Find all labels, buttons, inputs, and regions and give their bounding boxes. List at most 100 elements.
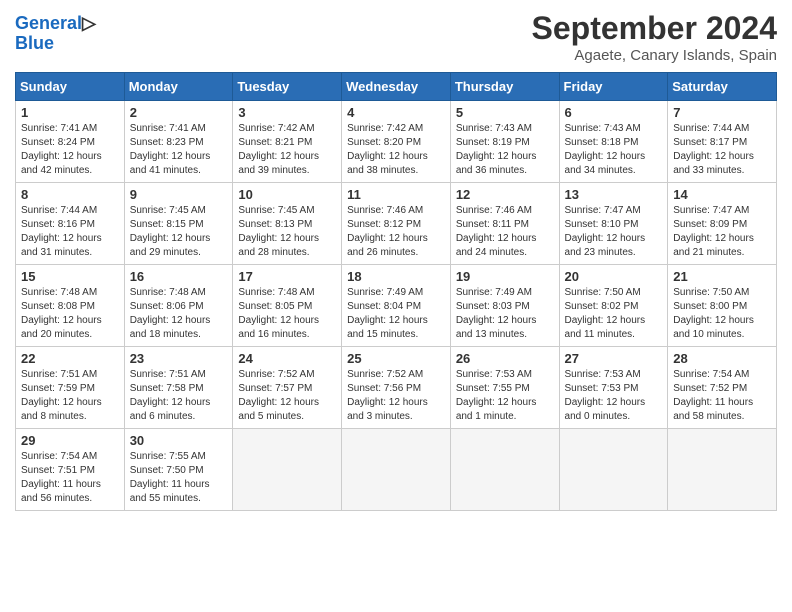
day-info: Sunrise: 7:50 AMSunset: 8:00 PMDaylight:… [673,286,771,342]
day-number: 25 [347,351,445,366]
day-cell: 28 Sunrise: 7:54 AMSunset: 7:52 PMDayligh… [668,347,777,429]
day-cell: 14 Sunrise: 7:47 AMSunset: 8:09 PMDayligh… [668,183,777,265]
day-number: 2 [130,105,228,120]
day-cell: 5Sunrise: 7:43 AMSunset: 8:19 PMDaylight… [450,101,559,183]
day-cell: 15 Sunrise: 7:48 AMSunset: 8:08 PMDayligh… [16,265,125,347]
day-number: 20 [565,269,663,284]
day-info: Sunrise: 7:52 AMSunset: 7:57 PMDaylight:… [238,368,336,424]
day-info: Sunrise: 7:46 AMSunset: 8:12 PMDaylight:… [347,204,445,260]
calendar-table: SundayMondayTuesdayWednesdayThursdayFrid… [15,72,777,511]
day-cell: 26 Sunrise: 7:53 AMSunset: 7:55 PMDayligh… [450,347,559,429]
day-number: 21 [673,269,771,284]
month-year-title: September 2024 [532,10,777,47]
day-cell: 29Sunrise: 7:54 AMSunset: 7:51 PMDayligh… [16,429,125,511]
day-info: Sunrise: 7:48 AMSunset: 8:08 PMDaylight:… [21,286,119,342]
day-number: 29 [21,433,119,448]
day-number: 6 [565,105,663,120]
day-cell: 22 Sunrise: 7:51 AMSunset: 7:59 PMDayligh… [16,347,125,429]
day-info: Sunrise: 7:45 AMSunset: 8:13 PMDaylight:… [238,204,336,260]
day-number: 19 [456,269,554,284]
day-number: 8 [21,187,119,202]
day-cell: 23Sunrise: 7:51 AMSunset: 7:58 PMDayligh… [124,347,233,429]
week-row-2: 8Sunrise: 7:44 AMSunset: 8:16 PMDaylight… [16,183,777,265]
day-info: Sunrise: 7:54 AMSunset: 7:52 PMDaylight:… [673,368,771,424]
logo: General▷ Blue [15,14,96,54]
day-number: 11 [347,187,445,202]
day-info: Sunrise: 7:42 AMSunset: 8:20 PMDaylight:… [347,122,445,178]
day-cell: 20 Sunrise: 7:50 AMSunset: 8:02 PMDayligh… [559,265,668,347]
col-header-friday: Friday [559,73,668,101]
day-info: Sunrise: 7:52 AMSunset: 7:56 PMDaylight:… [347,368,445,424]
day-cell: 12 Sunrise: 7:46 AMSunset: 8:11 PMDayligh… [450,183,559,265]
logo-text: General▷ [15,14,96,34]
col-header-tuesday: Tuesday [233,73,342,101]
week-row-1: 1Sunrise: 7:41 AMSunset: 8:24 PMDaylight… [16,101,777,183]
day-info: Sunrise: 7:43 AMSunset: 8:19 PMDaylight:… [456,122,554,178]
day-cell: 25 Sunrise: 7:52 AMSunset: 7:56 PMDayligh… [342,347,451,429]
day-cell: 10 Sunrise: 7:45 AMSunset: 8:13 PMDayligh… [233,183,342,265]
week-row-3: 15 Sunrise: 7:48 AMSunset: 8:08 PMDayligh… [16,265,777,347]
day-info: Sunrise: 7:47 AMSunset: 8:10 PMDaylight:… [565,204,663,260]
day-number: 24 [238,351,336,366]
week-row-5: 29Sunrise: 7:54 AMSunset: 7:51 PMDayligh… [16,429,777,511]
day-info: Sunrise: 7:50 AMSunset: 8:02 PMDaylight:… [565,286,663,342]
day-info: Sunrise: 7:49 AMSunset: 8:04 PMDaylight:… [347,286,445,342]
week-row-4: 22 Sunrise: 7:51 AMSunset: 7:59 PMDayligh… [16,347,777,429]
day-number: 3 [238,105,336,120]
location-subtitle: Agaete, Canary Islands, Spain [532,47,777,64]
col-header-sunday: Sunday [16,73,125,101]
day-info: Sunrise: 7:48 AMSunset: 8:06 PMDaylight:… [130,286,228,342]
day-info: Sunrise: 7:55 AMSunset: 7:50 PMDaylight:… [130,450,228,506]
day-cell: 1Sunrise: 7:41 AMSunset: 8:24 PMDaylight… [16,101,125,183]
day-number: 10 [238,187,336,202]
day-info: Sunrise: 7:45 AMSunset: 8:15 PMDaylight:… [130,204,228,260]
day-info: Sunrise: 7:51 AMSunset: 7:58 PMDaylight:… [130,368,228,424]
day-cell: 27 Sunrise: 7:53 AMSunset: 7:53 PMDayligh… [559,347,668,429]
col-header-wednesday: Wednesday [342,73,451,101]
day-number: 16 [130,269,228,284]
day-number: 27 [565,351,663,366]
day-info: Sunrise: 7:51 AMSunset: 7:59 PMDaylight:… [21,368,119,424]
calendar-header-row: SundayMondayTuesdayWednesdayThursdayFrid… [16,73,777,101]
day-info: Sunrise: 7:46 AMSunset: 8:11 PMDaylight:… [456,204,554,260]
day-info: Sunrise: 7:47 AMSunset: 8:09 PMDaylight:… [673,204,771,260]
day-number: 12 [456,187,554,202]
header: General▷ Blue September 2024 Agaete, Can… [15,10,777,64]
title-block: September 2024 Agaete, Canary Islands, S… [532,10,777,64]
day-cell: 24 Sunrise: 7:52 AMSunset: 7:57 PMDayligh… [233,347,342,429]
day-info: Sunrise: 7:53 AMSunset: 7:55 PMDaylight:… [456,368,554,424]
day-number: 18 [347,269,445,284]
col-header-thursday: Thursday [450,73,559,101]
logo-text2: Blue [15,34,96,54]
day-cell: 4 Sunrise: 7:42 AMSunset: 8:20 PMDaylight… [342,101,451,183]
day-info: Sunrise: 7:41 AMSunset: 8:23 PMDaylight:… [130,122,228,178]
day-info: Sunrise: 7:49 AMSunset: 8:03 PMDaylight:… [456,286,554,342]
day-number: 22 [21,351,119,366]
day-number: 4 [347,105,445,120]
day-number: 13 [565,187,663,202]
day-number: 14 [673,187,771,202]
day-cell: 11 Sunrise: 7:46 AMSunset: 8:12 PMDayligh… [342,183,451,265]
day-cell: 2 Sunrise: 7:41 AMSunset: 8:23 PMDaylight… [124,101,233,183]
day-number: 26 [456,351,554,366]
day-info: Sunrise: 7:53 AMSunset: 7:53 PMDaylight:… [565,368,663,424]
day-cell [450,429,559,511]
day-cell: 6Sunrise: 7:43 AMSunset: 8:18 PMDaylight… [559,101,668,183]
day-cell [559,429,668,511]
day-cell: 17Sunrise: 7:48 AMSunset: 8:05 PMDayligh… [233,265,342,347]
col-header-monday: Monday [124,73,233,101]
day-info: Sunrise: 7:44 AMSunset: 8:17 PMDaylight:… [673,122,771,178]
col-header-saturday: Saturday [668,73,777,101]
day-cell: 13 Sunrise: 7:47 AMSunset: 8:10 PMDayligh… [559,183,668,265]
day-cell: 3Sunrise: 7:42 AMSunset: 8:21 PMDaylight… [233,101,342,183]
day-cell: 18 Sunrise: 7:49 AMSunset: 8:04 PMDayligh… [342,265,451,347]
day-cell: 16 Sunrise: 7:48 AMSunset: 8:06 PMDayligh… [124,265,233,347]
day-cell: 8Sunrise: 7:44 AMSunset: 8:16 PMDaylight… [16,183,125,265]
day-number: 28 [673,351,771,366]
day-cell: 7Sunrise: 7:44 AMSunset: 8:17 PMDaylight… [668,101,777,183]
day-cell: 30 Sunrise: 7:55 AMSunset: 7:50 PMDayligh… [124,429,233,511]
day-info: Sunrise: 7:48 AMSunset: 8:05 PMDaylight:… [238,286,336,342]
day-number: 30 [130,433,228,448]
day-number: 15 [21,269,119,284]
day-cell: 9Sunrise: 7:45 AMSunset: 8:15 PMDaylight… [124,183,233,265]
